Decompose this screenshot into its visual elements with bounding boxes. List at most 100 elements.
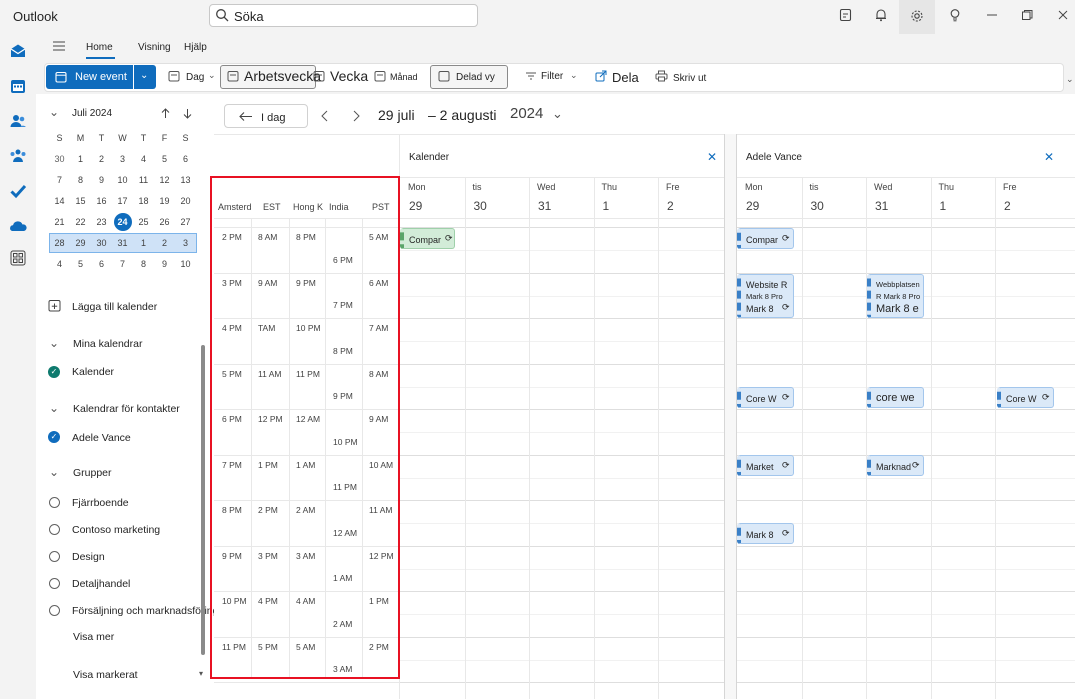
collapse-calendar-chevron-icon[interactable]: ⌄ — [49, 105, 59, 119]
mini-calendar-day[interactable]: 21 — [49, 217, 70, 227]
todo-icon[interactable] — [9, 182, 27, 200]
new-event-button[interactable]: New event ⌄ — [46, 65, 156, 89]
mini-calendar-day[interactable]: 3 — [175, 238, 196, 248]
mini-calendar-day[interactable]: 4 — [49, 259, 70, 269]
mini-calendar-day[interactable]: 9 — [91, 175, 112, 185]
contacts-calendars-heading[interactable]: Kalendrar för kontakter — [73, 403, 180, 415]
mini-calendar-day[interactable]: 5 — [70, 259, 91, 269]
month-view-button[interactable]: Månad — [390, 72, 418, 82]
date-range-start[interactable]: 29 juli — [378, 107, 415, 123]
mini-calendar-day[interactable]: 18 — [133, 196, 154, 206]
people-icon[interactable] — [9, 112, 27, 130]
mini-calendar-day[interactable]: 27 — [175, 217, 196, 227]
arrow-up-icon[interactable] — [160, 108, 171, 119]
mini-calendar-day[interactable]: 16 — [91, 196, 112, 206]
mini-calendar-day[interactable]: 15 — [70, 196, 91, 206]
day-number[interactable]: 30 — [474, 199, 487, 213]
event-mark8-adele[interactable]: Mark 8 ⟳ — [737, 523, 794, 544]
mini-calendar-day[interactable]: 20 — [175, 196, 196, 206]
close-pane-icon[interactable]: ✕ — [707, 150, 717, 164]
group-radio[interactable] — [49, 578, 60, 589]
share-button[interactable]: Dela — [612, 70, 639, 85]
date-range-end[interactable]: – 2 augusti — [428, 107, 497, 123]
my-day-icon[interactable] — [838, 8, 854, 24]
group-item[interactable]: Detaljhandel — [72, 578, 130, 590]
sidebar-scroll-down-icon[interactable]: ▾ — [199, 669, 203, 678]
event-website-adele[interactable]: Website R Mark 8 Pro Mark 8 ⟳ — [737, 274, 794, 318]
hamburger-menu-icon[interactable] — [52, 40, 66, 52]
group-radio[interactable] — [49, 551, 60, 562]
day-number[interactable]: 31 — [875, 199, 888, 213]
event-core-adele-fri[interactable]: Core W ⟳ — [997, 387, 1054, 408]
mini-calendar-day[interactable]: 2 — [154, 238, 175, 248]
mini-calendar-day[interactable]: 5 — [154, 154, 175, 164]
group-item[interactable]: Fjärrboende — [72, 497, 129, 509]
show-selected-link[interactable]: Visa markerat — [73, 669, 138, 681]
arrow-down-icon[interactable] — [182, 108, 193, 119]
day-number[interactable]: 1 — [603, 199, 610, 213]
minimize-icon[interactable] — [984, 8, 1000, 24]
mini-calendar-day[interactable]: 22 — [70, 217, 91, 227]
event-company-adele[interactable]: Compar ⟳ — [737, 228, 794, 249]
mini-calendar-day[interactable]: 17 — [112, 196, 133, 206]
filter-button[interactable]: Filter — [541, 71, 563, 82]
day-number[interactable]: 29 — [409, 199, 422, 213]
mini-calendar-day[interactable]: 30 — [91, 238, 112, 248]
ribbon-expand-icon[interactable]: ⌄ — [1066, 74, 1074, 85]
restore-icon[interactable] — [1019, 8, 1035, 24]
mini-calendar-day[interactable]: 12 — [154, 175, 175, 185]
mini-calendar-day[interactable]: 8 — [70, 175, 91, 185]
lightbulb-icon[interactable] — [947, 8, 963, 24]
tab-help[interactable]: Hjälp — [184, 42, 207, 53]
mail-icon[interactable] — [9, 42, 27, 60]
groups-heading[interactable]: Grupper — [73, 467, 112, 479]
day-number[interactable]: 2 — [1004, 199, 1011, 213]
group-item[interactable]: Contoso marketing — [72, 524, 160, 536]
day-number[interactable]: 29 — [746, 199, 759, 213]
mini-calendar-day[interactable]: 28 — [49, 238, 70, 248]
mini-calendar-day[interactable]: 7 — [112, 259, 133, 269]
chevron-down-icon[interactable]: ⌄ — [140, 70, 148, 81]
groups-chevron-icon[interactable]: ⌄ — [49, 465, 59, 479]
event-company-kalender[interactable]: Compar ⟳ — [400, 228, 455, 249]
event-market-adele-wed[interactable]: Marknad ⟳ — [867, 455, 924, 476]
mini-calendar-day[interactable]: 10 — [175, 259, 196, 269]
calendar-icon[interactable] — [9, 77, 27, 95]
mini-calendar-day[interactable]: 8 — [133, 259, 154, 269]
sidebar-scrollbar[interactable] — [201, 345, 205, 655]
mini-calendar-day[interactable]: 3 — [112, 154, 133, 164]
event-core-adele-wed[interactable]: core we — [867, 387, 924, 408]
mini-calendar-month[interactable]: Juli 2024 — [72, 108, 112, 119]
mini-calendar-day[interactable]: 30 — [49, 154, 70, 164]
settings-button[interactable] — [899, 0, 935, 34]
calendar-item-adele[interactable]: Adele Vance — [72, 432, 131, 444]
mini-calendar-day[interactable]: 29 — [70, 238, 91, 248]
mini-calendar-day[interactable]: 14 — [49, 196, 70, 206]
calendar-checked-icon[interactable]: ✓ — [48, 366, 60, 378]
day-view-button[interactable]: Dag — [186, 72, 204, 83]
day-number[interactable]: 31 — [538, 199, 551, 213]
mini-calendar-day[interactable]: 6 — [91, 259, 112, 269]
mini-calendar-day[interactable]: 1 — [70, 154, 91, 164]
tab-home[interactable]: Home — [86, 42, 113, 53]
day-chevron-icon[interactable]: ⌄ — [208, 70, 216, 81]
mini-calendar-day[interactable]: 4 — [133, 154, 154, 164]
mini-calendar-day[interactable]: 23 — [91, 217, 112, 227]
today-button[interactable]: I dag — [224, 104, 308, 128]
tab-view[interactable]: Visning — [138, 42, 171, 53]
mini-calendar-day[interactable]: 2 — [91, 154, 112, 164]
bell-icon[interactable] — [873, 8, 889, 24]
mini-calendar-day[interactable]: 1 — [133, 238, 154, 248]
adele-checked-icon[interactable]: ✓ — [48, 431, 60, 443]
mini-calendar-day[interactable]: 13 — [175, 175, 196, 185]
mini-calendar-day[interactable]: 19 — [154, 196, 175, 206]
mini-calendar-day[interactable]: 9 — [154, 259, 175, 269]
mini-calendar-day[interactable]: 26 — [154, 217, 175, 227]
week-view-button[interactable]: Vecka — [330, 68, 368, 84]
mini-calendar-day[interactable]: 6 — [175, 154, 196, 164]
event-core-adele-mon[interactable]: Core W ⟳ — [737, 387, 794, 408]
mini-calendar-day[interactable]: 10 — [112, 175, 133, 185]
year-chevron-icon[interactable]: ⌄ — [552, 106, 563, 122]
day-number[interactable]: 30 — [811, 199, 824, 213]
mini-calendar-day[interactable]: 25 — [133, 217, 154, 227]
